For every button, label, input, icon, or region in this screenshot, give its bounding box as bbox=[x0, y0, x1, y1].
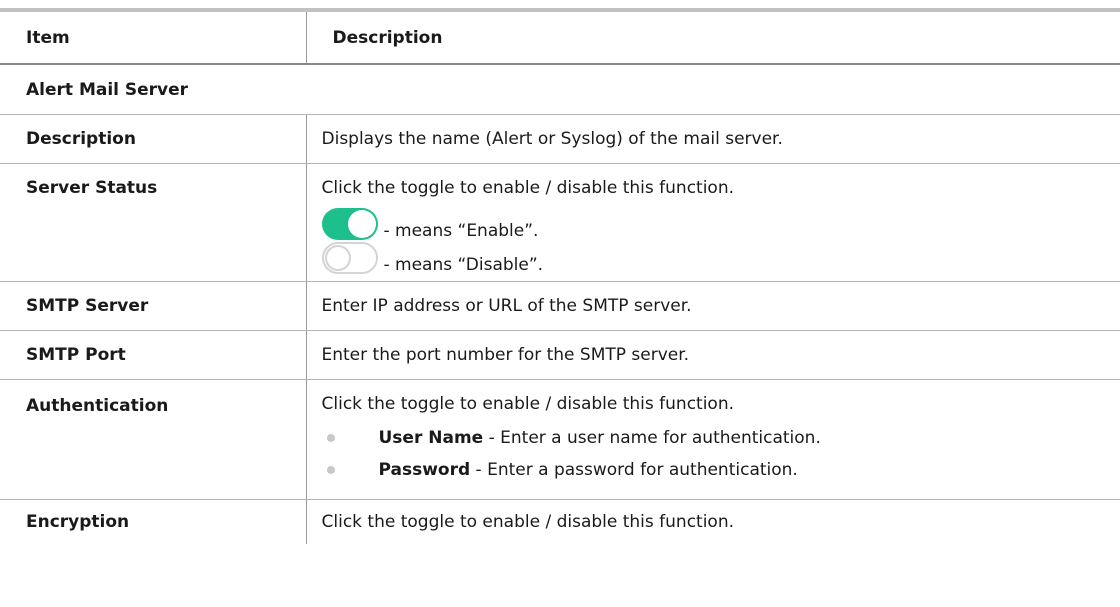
bullet-dot-icon bbox=[326, 466, 335, 474]
list-item: Password - Enter a password for authenti… bbox=[322, 454, 1120, 486]
table-row: Server Status Click the toggle to enable… bbox=[0, 163, 1120, 282]
item-description: Description bbox=[0, 114, 307, 164]
desc-smtp-server: Enter IP address or URL of the SMTP serv… bbox=[306, 281, 1120, 331]
bullet-dot-icon bbox=[326, 434, 335, 442]
item-server-status: Server Status bbox=[0, 163, 307, 282]
item-authentication: Authentication bbox=[0, 379, 307, 500]
desc-description: Displays the name (Alert or Syslog) of t… bbox=[306, 114, 1120, 164]
bullet-term: Password bbox=[378, 460, 471, 480]
table-row: SMTP Server Enter IP address or URL of t… bbox=[0, 281, 1120, 331]
authentication-text: Click the toggle to enable / disable thi… bbox=[321, 394, 735, 414]
desc-smtp-port: Enter the port number for the SMTP serve… bbox=[306, 330, 1120, 380]
section-title: Alert Mail Server bbox=[0, 64, 1120, 115]
server-status-text: Click the toggle to enable / disable thi… bbox=[321, 178, 735, 198]
authentication-bullets: User Name - Enter a user name for authen… bbox=[322, 422, 1120, 486]
bullet-text: - Enter a password for authentication. bbox=[470, 460, 798, 480]
disable-legend: - means “Disable”. bbox=[321, 242, 1120, 276]
bullet-term: User Name bbox=[378, 428, 484, 448]
header-item: Item bbox=[0, 8, 307, 65]
disable-label: - means “Disable”. bbox=[383, 255, 544, 275]
table-header-row: Item Description bbox=[0, 8, 1120, 65]
parameter-table: Item Description Alert Mail Server Descr… bbox=[0, 8, 1120, 544]
toggle-on-icon bbox=[321, 208, 378, 240]
header-description: Description bbox=[306, 8, 1120, 65]
enable-legend: - means “Enable”. bbox=[321, 202, 1120, 242]
list-item: User Name - Enter a user name for authen… bbox=[322, 422, 1120, 454]
bullet-text: - Enter a user name for authentication. bbox=[483, 428, 821, 448]
desc-encryption: Click the toggle to enable / disable thi… bbox=[321, 512, 735, 532]
desc-authentication: Click the toggle to enable / disable thi… bbox=[306, 379, 1120, 500]
table-row: SMTP Port Enter the port number for the … bbox=[0, 330, 1120, 380]
table-row: Encryption Click the toggle to enable / … bbox=[0, 499, 1120, 544]
enable-label: - means “Enable”. bbox=[383, 221, 539, 241]
table-row: Description Displays the name (Alert or … bbox=[0, 114, 1120, 164]
section-row: Alert Mail Server bbox=[0, 64, 1120, 115]
desc-server-status: Click the toggle to enable / disable thi… bbox=[306, 163, 1120, 282]
table-row: Authentication Click the toggle to enabl… bbox=[0, 379, 1120, 500]
document-page: Item Description Alert Mail Server Descr… bbox=[0, 0, 1120, 607]
toggle-off-icon bbox=[321, 242, 378, 274]
item-encryption: Encryption bbox=[0, 499, 307, 544]
item-smtp-server: SMTP Server bbox=[0, 281, 307, 331]
item-smtp-port: SMTP Port bbox=[0, 330, 307, 380]
